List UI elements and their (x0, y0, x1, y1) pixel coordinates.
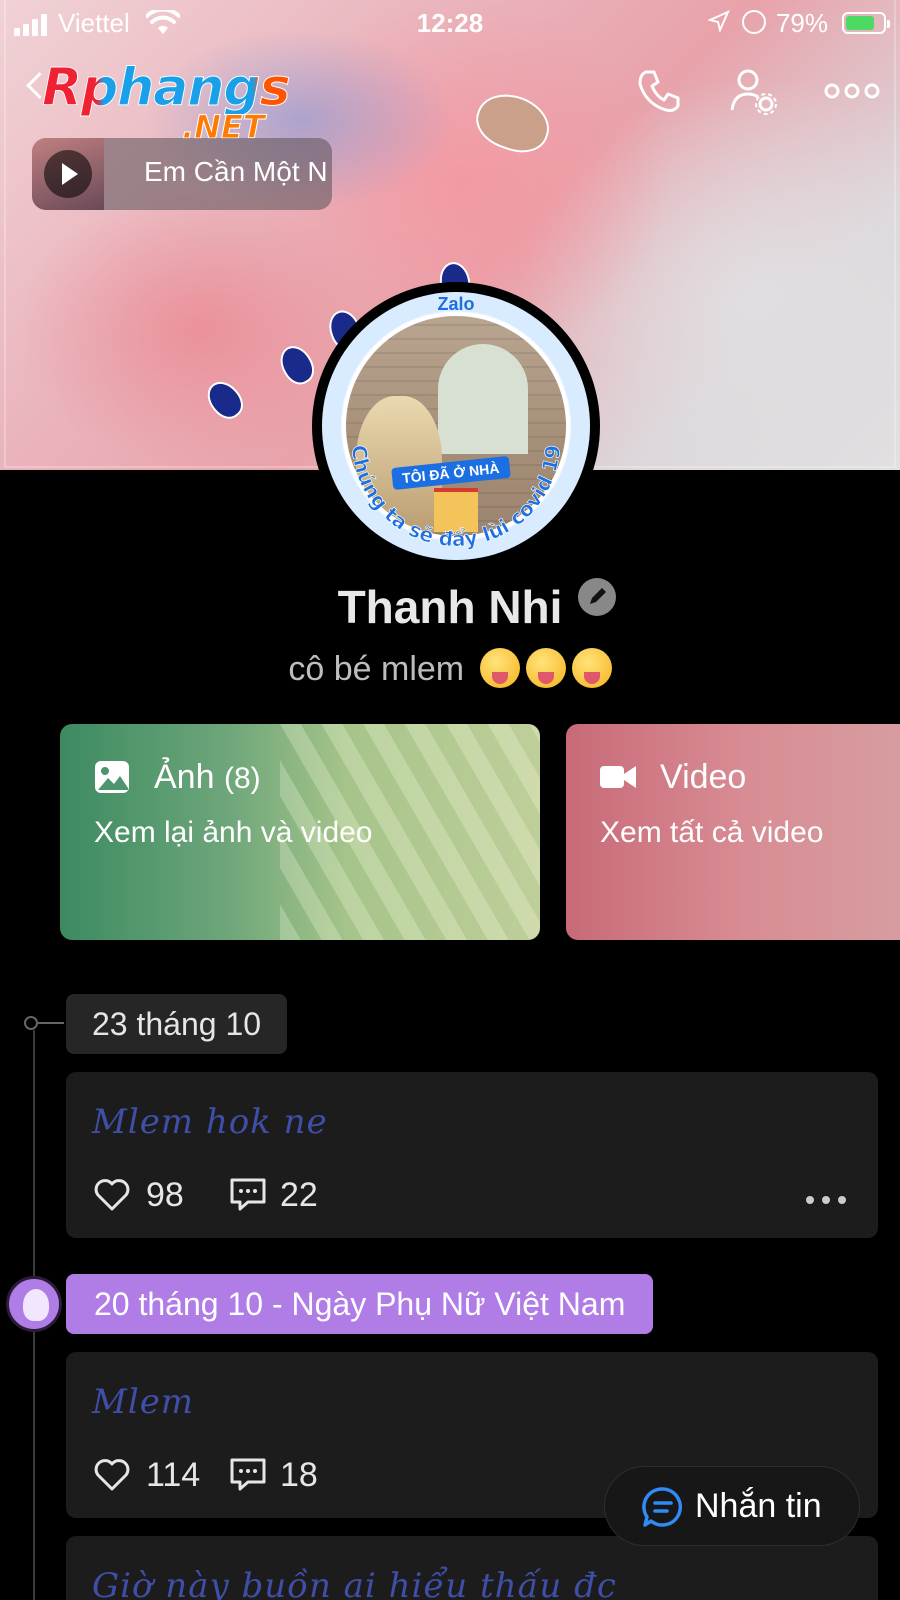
post-caption: Mlem hok ne (92, 1102, 328, 1142)
timeline-post[interactable]: Mlem hok ne 98 22 (66, 1072, 878, 1238)
post-stats: 98 22 (92, 1170, 392, 1220)
timeline-date-special: 20 tháng 10 - Ngày Phụ Nữ Việt Nam (66, 1274, 654, 1334)
photos-count: (8) (223, 762, 261, 795)
photos-album-subtitle: Xem lại ảnh và video (94, 816, 373, 849)
battery-percent: 79% (775, 8, 828, 38)
more-icon[interactable] (824, 66, 880, 116)
post-caption: Giờ này buồn ai hiểu thấu đc (92, 1566, 617, 1600)
comment-count: 18 (280, 1456, 318, 1494)
tongue-emoji-icon (571, 648, 612, 688)
profile-name-text: Thanh Nhi (337, 581, 563, 633)
message-button[interactable]: Nhắn tin (604, 1466, 860, 1546)
yum-emoji-icon (479, 648, 520, 688)
message-button-label: Nhắn tin (695, 1487, 822, 1525)
photos-album-card[interactable]: Ảnh (8) Xem lại ảnh và video (60, 724, 540, 940)
profile-name: Thanh Nhi (0, 580, 900, 634)
photos-title-text: Ảnh (154, 758, 215, 796)
play-icon[interactable] (44, 150, 92, 198)
profile-bio-text: cô bé mlem (288, 650, 465, 688)
comment-icon[interactable] (228, 1174, 268, 1214)
phone-icon[interactable] (634, 66, 684, 116)
video-album-title: Video (660, 758, 747, 796)
avatar-frame: Zalo TÔI ĐÃ Ở NHÀ Chúng ta sẽ đẩy lùi co… (322, 292, 590, 560)
like-count: 98 (146, 1176, 184, 1214)
tongue-emoji-icon (525, 648, 566, 688)
battery-level (846, 16, 874, 30)
comment-count: 22 (280, 1176, 318, 1214)
womens-day-icon (6, 1276, 62, 1332)
rotation-lock-icon (742, 10, 766, 34)
avatar-arc-text: Chúng ta sẽ đẩy lùi covid 19 (347, 443, 566, 551)
edit-name-icon[interactable] (578, 578, 616, 616)
post-stats: 114 18 (92, 1450, 392, 1500)
heart-icon[interactable] (92, 1174, 132, 1214)
timeline-date: 23 tháng 10 (66, 994, 288, 1054)
avatar[interactable]: Zalo TÔI ĐÃ Ở NHÀ Chúng ta sẽ đẩy lùi co… (312, 282, 600, 570)
video-album-card[interactable]: Video Xem tất cả video (566, 724, 900, 940)
post-caption: Mlem (92, 1382, 195, 1422)
status-bar: Viettel 12:28 79% (0, 0, 900, 46)
video-camera-icon (600, 766, 636, 788)
comment-icon[interactable] (228, 1454, 268, 1494)
location-icon (706, 10, 730, 38)
timeline-connector (38, 1022, 64, 1024)
chat-bubble-icon (642, 1487, 683, 1527)
profile-settings-icon[interactable] (728, 66, 778, 116)
video-album-subtitle: Xem tất cả video (600, 816, 824, 849)
image-icon (95, 761, 129, 793)
photos-album-title: Ảnh (8) (154, 758, 261, 797)
heart-icon[interactable] (92, 1454, 132, 1494)
watermark-logo: Rphangs .NET (42, 58, 292, 147)
music-title: Em Cần Một N (144, 156, 328, 187)
like-count: 114 (146, 1456, 201, 1494)
svg-text:Chúng ta sẽ đẩy lùi covid 19: Chúng ta sẽ đẩy lùi covid 19 (347, 444, 565, 551)
profile-bio: cô bé mlem (0, 648, 900, 689)
profile-music-player[interactable]: Em Cần Một N (32, 138, 332, 210)
battery-charging-icon (842, 12, 890, 34)
post-more-icon[interactable] (806, 1196, 846, 1206)
timeline-dot (24, 1016, 38, 1030)
